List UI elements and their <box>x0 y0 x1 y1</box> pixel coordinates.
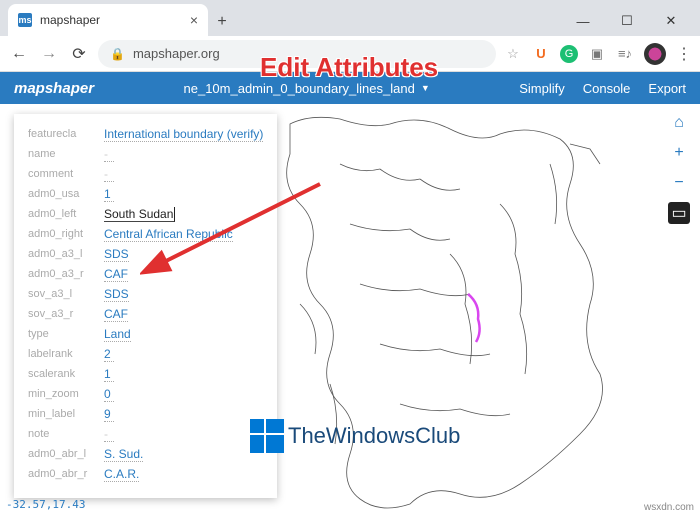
attr-row: adm0_rightCentral African Republic <box>28 224 263 244</box>
window-controls: — ☐ ✕ <box>562 6 692 36</box>
attr-row: adm0_abr_rC.A.R. <box>28 464 263 484</box>
profile-avatar[interactable] <box>644 43 666 65</box>
new-tab-button[interactable]: + <box>208 8 236 36</box>
back-button[interactable]: ← <box>8 45 30 63</box>
attr-value[interactable]: 2 <box>104 347 114 362</box>
browser-titlebar: ms mapshaper × + — ☐ ✕ <box>0 0 700 36</box>
attr-key: labelrank <box>28 348 104 360</box>
address-bar[interactable]: 🔒 mapshaper.org <box>98 40 496 68</box>
extension-u-icon[interactable]: U <box>532 45 550 63</box>
extension-list-icon[interactable]: ≡♪ <box>616 45 634 63</box>
attr-row: note- <box>28 424 263 444</box>
attr-key: comment <box>28 168 104 180</box>
attr-value-editing[interactable]: South Sudan <box>104 207 175 222</box>
attr-value[interactable]: C.A.R. <box>104 467 139 482</box>
map-canvas[interactable]: ⌂ + − ▭ featureclaInternational boundary… <box>0 104 700 515</box>
lock-icon: 🔒 <box>110 47 125 61</box>
attr-value[interactable]: 9 <box>104 407 114 422</box>
app-logo: mapshaper <box>14 80 94 97</box>
attr-key: sov_a3_r <box>28 308 104 320</box>
browser-tab[interactable]: ms mapshaper × <box>8 4 208 36</box>
attr-key: min_label <box>28 408 104 420</box>
extension-grammarly-icon[interactable]: G <box>560 45 578 63</box>
attr-value[interactable]: - <box>104 427 114 442</box>
attr-key: adm0_usa <box>28 188 104 200</box>
attr-value[interactable]: SDS <box>104 287 129 302</box>
tab-title: mapshaper <box>40 13 100 27</box>
attr-value[interactable]: Land <box>104 327 131 342</box>
attr-row: min_zoom0 <box>28 384 263 404</box>
maximize-button[interactable]: ☐ <box>606 6 648 36</box>
tab-close-button[interactable]: × <box>190 12 198 28</box>
layer-dropdown[interactable]: ne_10m_admin_0_boundary_lines_land ▼ <box>184 81 430 96</box>
attr-key: adm0_abr_r <box>28 468 104 480</box>
attr-row: name- <box>28 144 263 164</box>
browser-menu-button[interactable]: ⋮ <box>676 44 692 64</box>
url-text: mapshaper.org <box>133 46 220 61</box>
app-actions: Simplify Console Export <box>519 81 686 96</box>
simplify-button[interactable]: Simplify <box>519 81 565 96</box>
attr-row: sov_a3_rCAF <box>28 304 263 324</box>
attr-key: adm0_a3_r <box>28 268 104 280</box>
attr-row: labelrank2 <box>28 344 263 364</box>
attr-row: sov_a3_lSDS <box>28 284 263 304</box>
window-close-button[interactable]: ✕ <box>650 6 692 36</box>
attr-value[interactable]: International boundary (verify) <box>104 127 263 142</box>
attr-value[interactable]: CAF <box>104 307 128 322</box>
attr-value[interactable]: 0 <box>104 387 114 402</box>
forward-button[interactable]: → <box>38 45 60 63</box>
attr-row: adm0_usa1 <box>28 184 263 204</box>
attr-value[interactable]: 1 <box>104 367 114 382</box>
attr-value[interactable]: - <box>104 167 114 182</box>
source-label: wsxdn.com <box>644 502 694 513</box>
attr-key: note <box>28 428 104 440</box>
console-button[interactable]: Console <box>583 81 631 96</box>
attr-row: scalerank1 <box>28 364 263 384</box>
attr-key: adm0_right <box>28 228 104 240</box>
attr-key: adm0_a3_l <box>28 248 104 260</box>
attr-key: scalerank <box>28 368 104 380</box>
attr-value[interactable]: SDS <box>104 247 129 262</box>
attr-key: sov_a3_l <box>28 288 104 300</box>
inspect-tool-button[interactable]: ▭ <box>668 202 690 224</box>
tab-favicon: ms <box>18 13 32 27</box>
attr-row: adm0_abr_lS. Sud. <box>28 444 263 464</box>
attr-key: type <box>28 328 104 340</box>
dropdown-triangle-icon: ▼ <box>421 83 430 93</box>
attr-row: typeLand <box>28 324 263 344</box>
attr-row: featureclaInternational boundary (verify… <box>28 124 263 144</box>
attr-value[interactable]: 1 <box>104 187 114 202</box>
browser-toolbar: ← → ⟳ 🔒 mapshaper.org ☆ U G ▣ ≡♪ ⋮ <box>0 36 700 72</box>
reload-button[interactable]: ⟳ <box>68 44 90 64</box>
attr-key: adm0_abr_l <box>28 448 104 460</box>
attr-row: min_label9 <box>28 404 263 424</box>
attr-value[interactable]: Central African Republic <box>104 227 233 242</box>
cursor-coordinates: -32.57,17.43 <box>6 498 85 511</box>
current-file-label: ne_10m_admin_0_boundary_lines_land <box>184 81 415 96</box>
zoom-in-button[interactable]: + <box>668 142 690 164</box>
attribute-panel: featureclaInternational boundary (verify… <box>14 114 277 498</box>
attr-row: adm0_leftSouth Sudan <box>28 204 263 224</box>
attr-key: min_zoom <box>28 388 104 400</box>
attr-key: adm0_left <box>28 208 104 220</box>
attr-row: comment- <box>28 164 263 184</box>
star-icon[interactable]: ☆ <box>504 45 522 63</box>
attr-row: adm0_a3_rCAF <box>28 264 263 284</box>
attr-key: name <box>28 148 104 160</box>
selected-feature-line <box>468 294 480 342</box>
attr-value[interactable]: S. Sud. <box>104 447 143 462</box>
minimize-button[interactable]: — <box>562 6 604 36</box>
attr-row: adm0_a3_lSDS <box>28 244 263 264</box>
zoom-out-button[interactable]: − <box>668 172 690 194</box>
export-button[interactable]: Export <box>648 81 686 96</box>
attr-value[interactable]: CAF <box>104 267 128 282</box>
map-tools: ⌂ + − ▭ <box>668 112 690 224</box>
attr-value[interactable]: - <box>104 147 114 162</box>
attr-key: featurecla <box>28 128 104 140</box>
extension-generic-icon[interactable]: ▣ <box>588 45 606 63</box>
app-header: mapshaper ne_10m_admin_0_boundary_lines_… <box>0 72 700 104</box>
home-tool-icon[interactable]: ⌂ <box>668 112 690 134</box>
extension-icons: ☆ U G ▣ ≡♪ ⋮ <box>504 43 692 65</box>
